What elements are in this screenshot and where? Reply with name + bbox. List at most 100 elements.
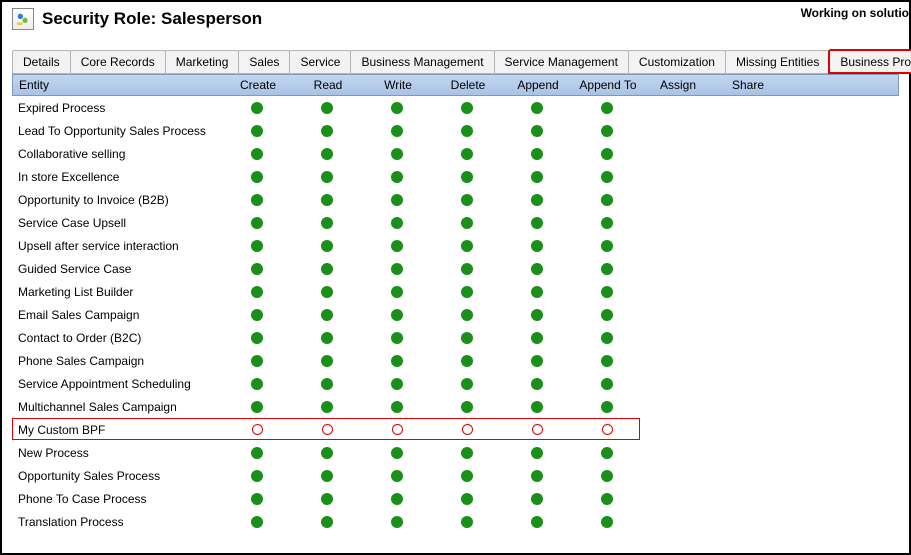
permission-cell[interactable] [432, 332, 502, 344]
permission-cell[interactable] [222, 125, 292, 137]
permission-cell[interactable] [362, 217, 432, 229]
permission-cell[interactable] [222, 355, 292, 367]
permission-cell[interactable] [502, 424, 572, 435]
permission-cell[interactable] [572, 171, 642, 183]
permission-cell[interactable] [432, 378, 502, 390]
tab-business-process-flows[interactable]: Business Process Flows [829, 50, 911, 73]
permission-cell[interactable] [502, 309, 572, 321]
permission-cell[interactable] [362, 493, 432, 505]
permission-cell[interactable] [222, 240, 292, 252]
permission-cell[interactable] [292, 355, 362, 367]
permission-cell[interactable] [292, 332, 362, 344]
permission-cell[interactable] [572, 516, 642, 528]
permission-cell[interactable] [502, 194, 572, 206]
permission-cell[interactable] [362, 401, 432, 413]
permission-cell[interactable] [572, 263, 642, 275]
permission-cell[interactable] [222, 447, 292, 459]
permission-cell[interactable] [292, 516, 362, 528]
permission-cell[interactable] [292, 171, 362, 183]
column-header-append[interactable]: Append [503, 78, 573, 92]
permission-cell[interactable] [502, 240, 572, 252]
permission-cell[interactable] [502, 401, 572, 413]
column-header-append-to[interactable]: Append To [573, 78, 643, 92]
permission-cell[interactable] [432, 148, 502, 160]
permission-cell[interactable] [572, 470, 642, 482]
permission-cell[interactable] [292, 240, 362, 252]
column-header-assign[interactable]: Assign [643, 78, 713, 92]
permission-cell[interactable] [572, 286, 642, 298]
permission-cell[interactable] [292, 309, 362, 321]
tab-sales[interactable]: Sales [238, 50, 290, 73]
permission-cell[interactable] [432, 102, 502, 114]
permission-cell[interactable] [222, 286, 292, 298]
tab-missing-entities[interactable]: Missing Entities [725, 50, 830, 73]
tab-core-records[interactable]: Core Records [70, 50, 166, 73]
permission-cell[interactable] [292, 217, 362, 229]
permission-cell[interactable] [502, 447, 572, 459]
permission-cell[interactable] [292, 424, 362, 435]
permission-cell[interactable] [362, 516, 432, 528]
permission-cell[interactable] [292, 378, 362, 390]
permission-cell[interactable] [572, 401, 642, 413]
permission-cell[interactable] [362, 240, 432, 252]
permission-cell[interactable] [222, 332, 292, 344]
permission-cell[interactable] [432, 309, 502, 321]
permission-cell[interactable] [362, 309, 432, 321]
permission-cell[interactable] [222, 493, 292, 505]
permission-cell[interactable] [432, 447, 502, 459]
column-header-delete[interactable]: Delete [433, 78, 503, 92]
permission-cell[interactable] [292, 194, 362, 206]
permission-cell[interactable] [502, 217, 572, 229]
permission-cell[interactable] [292, 493, 362, 505]
permission-cell[interactable] [362, 171, 432, 183]
permission-cell[interactable] [502, 148, 572, 160]
permission-cell[interactable] [572, 378, 642, 390]
permission-cell[interactable] [432, 240, 502, 252]
permission-cell[interactable] [362, 263, 432, 275]
permission-cell[interactable] [222, 424, 292, 435]
permission-cell[interactable] [502, 355, 572, 367]
permission-cell[interactable] [572, 148, 642, 160]
permission-cell[interactable] [222, 194, 292, 206]
tab-service-management[interactable]: Service Management [494, 50, 629, 73]
permission-cell[interactable] [572, 194, 642, 206]
permission-cell[interactable] [572, 424, 642, 435]
permission-cell[interactable] [432, 401, 502, 413]
permission-cell[interactable] [292, 263, 362, 275]
tab-customization[interactable]: Customization [628, 50, 726, 73]
permission-cell[interactable] [572, 125, 642, 137]
column-header-share[interactable]: Share [713, 78, 783, 92]
tab-service[interactable]: Service [289, 50, 351, 73]
permission-cell[interactable] [502, 378, 572, 390]
permission-cell[interactable] [432, 171, 502, 183]
column-header-entity[interactable]: Entity [13, 78, 223, 92]
permission-cell[interactable] [572, 240, 642, 252]
column-header-write[interactable]: Write [363, 78, 433, 92]
permission-cell[interactable] [502, 125, 572, 137]
permission-cell[interactable] [362, 355, 432, 367]
permission-cell[interactable] [362, 286, 432, 298]
permission-cell[interactable] [432, 470, 502, 482]
permission-cell[interactable] [222, 217, 292, 229]
permission-cell[interactable] [222, 401, 292, 413]
permission-cell[interactable] [292, 286, 362, 298]
permission-cell[interactable] [222, 263, 292, 275]
permission-cell[interactable] [572, 447, 642, 459]
permission-cell[interactable] [502, 516, 572, 528]
permission-cell[interactable] [362, 194, 432, 206]
permission-cell[interactable] [362, 470, 432, 482]
permission-cell[interactable] [502, 102, 572, 114]
permission-cell[interactable] [362, 424, 432, 435]
permission-cell[interactable] [292, 470, 362, 482]
permission-cell[interactable] [502, 171, 572, 183]
permission-cell[interactable] [572, 217, 642, 229]
permission-cell[interactable] [292, 447, 362, 459]
permission-cell[interactable] [222, 309, 292, 321]
column-header-read[interactable]: Read [293, 78, 363, 92]
permission-cell[interactable] [362, 125, 432, 137]
permission-cell[interactable] [432, 355, 502, 367]
column-header-create[interactable]: Create [223, 78, 293, 92]
permission-cell[interactable] [292, 148, 362, 160]
permission-cell[interactable] [362, 447, 432, 459]
permission-cell[interactable] [222, 470, 292, 482]
